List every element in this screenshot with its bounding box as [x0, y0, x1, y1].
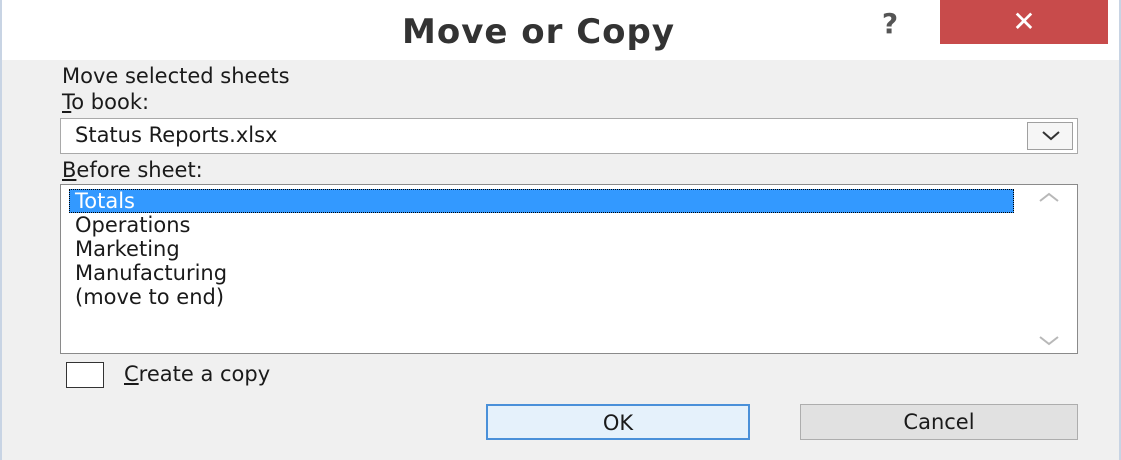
- create-copy-label-text: reate a copy: [138, 362, 271, 386]
- create-copy-mnemonic: C: [124, 362, 139, 386]
- sheet-list-items: Totals Operations Marketing Manufacturin…: [69, 189, 1014, 309]
- list-item-marketing[interactable]: Marketing: [69, 237, 1014, 261]
- chevron-down-icon[interactable]: [1039, 335, 1059, 347]
- before-sheet-mnemonic: B: [62, 158, 77, 182]
- to-book-label: To book:: [62, 90, 149, 114]
- before-sheet-label: Before sheet:: [62, 158, 203, 182]
- close-icon: ✕: [1012, 5, 1036, 38]
- to-book-dropdown-button[interactable]: [1027, 122, 1073, 150]
- dialog-title: Move or Copy: [402, 12, 676, 52]
- question-mark-icon: ?: [881, 7, 899, 40]
- to-book-value: Status Reports.xlsx: [75, 123, 278, 147]
- title-bar[interactable]: Move or Copy ? ✕: [2, 0, 1119, 60]
- move-or-copy-dialog: Move or Copy ? ✕ Move selected sheets To…: [0, 0, 1121, 460]
- create-copy-checkbox[interactable]: [66, 362, 104, 388]
- close-button[interactable]: ✕: [940, 0, 1108, 44]
- list-item-operations[interactable]: Operations: [69, 213, 1014, 237]
- chevron-down-icon: [1042, 131, 1060, 141]
- before-sheet-label-text: efore sheet:: [76, 158, 203, 182]
- move-selected-sheets-label: Move selected sheets: [62, 64, 290, 88]
- before-sheet-list[interactable]: Totals Operations Marketing Manufacturin…: [60, 184, 1078, 354]
- dialog-body: Move selected sheets To book: Status Rep…: [2, 60, 1119, 460]
- list-scrollbar[interactable]: [1021, 185, 1077, 353]
- help-button[interactable]: ?: [870, 4, 910, 44]
- list-item-totals[interactable]: Totals: [69, 189, 1014, 213]
- ok-button[interactable]: OK: [486, 404, 750, 440]
- create-copy-label[interactable]: Create a copy: [124, 362, 270, 386]
- to-book-mnemonic: T: [62, 90, 72, 114]
- list-item-manufacturing[interactable]: Manufacturing: [69, 261, 1014, 285]
- to-book-select[interactable]: Status Reports.xlsx: [60, 118, 1078, 154]
- to-book-label-text: o book:: [71, 90, 150, 114]
- chevron-up-icon[interactable]: [1039, 191, 1059, 203]
- cancel-button[interactable]: Cancel: [800, 404, 1078, 440]
- list-item-move-to-end[interactable]: (move to end): [69, 285, 1014, 309]
